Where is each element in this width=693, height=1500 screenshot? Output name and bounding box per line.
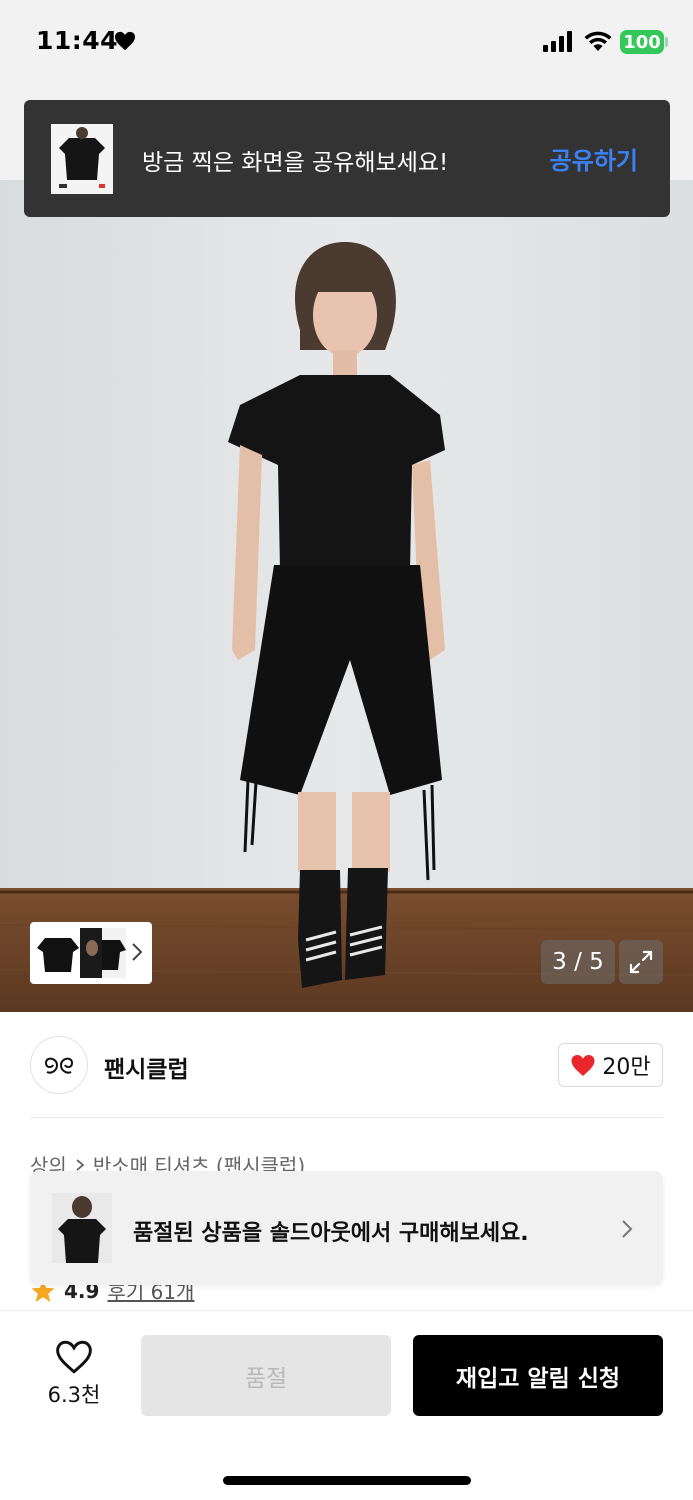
brand-like-button[interactable]: 20만 (558, 1043, 663, 1087)
thumbnail-1[interactable] (35, 928, 81, 978)
soldout-button: 품절 (141, 1335, 391, 1416)
share-toast: 방금 찍은 화면을 공유해보세요! 공유하기 (24, 100, 670, 217)
home-indicator (223, 1476, 471, 1485)
battery-indicator: 100 (620, 30, 664, 54)
divider (30, 1117, 663, 1118)
heart-icon (115, 31, 135, 51)
wifi-icon (584, 31, 612, 51)
chevron-right-icon (132, 943, 143, 961)
expand-button[interactable] (619, 940, 663, 984)
brand-logo[interactable] (30, 1036, 88, 1094)
brand-logo-icon (44, 1057, 74, 1074)
chevron-right-icon (76, 1158, 85, 1171)
share-button[interactable]: 공유하기 (550, 141, 638, 176)
chevron-right-icon (622, 1220, 633, 1238)
battery-tip (665, 37, 668, 47)
brand-name[interactable]: 팬시클럽 (104, 1050, 189, 1084)
soldout-message: 품절된 상품을 솔드아웃에서 구매해보세요. (133, 1221, 529, 1246)
image-counter: 3 / 5 (541, 940, 615, 984)
restock-alert-button[interactable]: 재입고 알림 신청 (413, 1335, 663, 1416)
thumbnail-2[interactable] (80, 928, 126, 978)
status-time: 11:44 (36, 26, 119, 55)
heart-outline-icon (56, 1340, 92, 1374)
heart-filled-icon (571, 1054, 595, 1076)
thumbnail-strip[interactable] (30, 922, 152, 984)
share-thumbnail (51, 124, 113, 194)
wishlist-button[interactable]: 6.3천 (36, 1339, 112, 1409)
product-photo-illustration (0, 180, 693, 1012)
brand-like-count: 20만 (602, 1055, 651, 1080)
battery-level: 100 (623, 31, 661, 53)
expand-icon (629, 950, 653, 974)
soldout-banner[interactable]: 품절된 상품을 솔드아웃에서 구매해보세요. (30, 1171, 663, 1285)
product-image[interactable] (0, 180, 693, 1012)
soldout-thumbnail (52, 1193, 112, 1263)
signal-icon (543, 31, 572, 52)
bottom-action-bar: 6.3천 품절 재입고 알림 신청 (0, 1310, 693, 1500)
share-message: 방금 찍은 화면을 공유해보세요! (142, 150, 449, 176)
wishlist-count: 6.3천 (47, 1383, 101, 1407)
